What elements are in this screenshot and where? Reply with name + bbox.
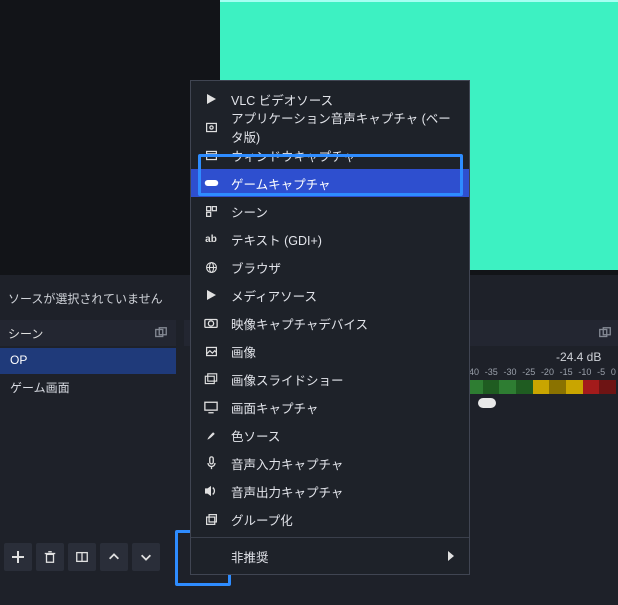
menu-separator (191, 537, 469, 538)
menu-item-media-source[interactable]: メディアソース (191, 281, 469, 309)
scene-item[interactable]: ゲーム画面 (0, 374, 176, 400)
move-scene-down-button[interactable] (132, 543, 160, 571)
image-icon (203, 343, 219, 359)
menu-item-audio-input[interactable]: 音声入力キャプチャ (191, 449, 469, 477)
meter-ticks: -40-35-30-25-20-15-10-50 (466, 367, 616, 377)
popout-icon[interactable] (154, 326, 168, 340)
gamepad-icon (203, 175, 219, 191)
menu-item-slideshow[interactable]: 画像スライドショー (191, 365, 469, 393)
no-source-label: ソースが選択されていません (8, 290, 163, 307)
speaker-icon (203, 483, 219, 499)
scene-item[interactable]: OP (0, 348, 176, 374)
window-icon (203, 147, 219, 163)
play-icon (203, 91, 219, 107)
volume-slider-knob[interactable] (478, 398, 496, 408)
menu-item-color-source[interactable]: 色ソース (191, 421, 469, 449)
menu-item-scene[interactable]: シーン (191, 197, 469, 225)
mic-icon (203, 455, 219, 471)
app-audio-icon (203, 119, 219, 135)
scene-filters-button[interactable] (68, 543, 96, 571)
menu-item-game-capture[interactable]: ゲームキャプチャ (191, 169, 469, 197)
menu-item-browser[interactable]: ブラウザ (191, 253, 469, 281)
scene-icon (203, 203, 219, 219)
menu-item-text[interactable]: ab テキスト (GDI+) (191, 225, 469, 253)
scenes-title: シーン (8, 325, 43, 342)
text-icon: ab (203, 231, 219, 247)
menu-item-video-capture[interactable]: 映像キャプチャデバイス (191, 309, 469, 337)
camera-icon (203, 315, 219, 331)
menu-item-app-audio[interactable]: アプリケーション音声キャプチャ (ベータ版) (191, 113, 469, 141)
popout-icon[interactable] (598, 326, 612, 340)
image-multi-icon (203, 371, 219, 387)
group-icon (203, 511, 219, 527)
menu-item-audio-output[interactable]: 音声出力キャプチャ (191, 477, 469, 505)
menu-item-image[interactable]: 画像 (191, 337, 469, 365)
menu-item-display-capture[interactable]: 画面キャプチャ (191, 393, 469, 421)
add-scene-button[interactable] (4, 543, 32, 571)
add-source-menu: VLC ビデオソース アプリケーション音声キャプチャ (ベータ版) ウィンドウキ… (190, 80, 470, 575)
menu-item-group[interactable]: グループ化 (191, 505, 469, 533)
monitor-icon (203, 399, 219, 415)
audio-meter (466, 380, 616, 394)
db-readout: -24.4 dB (556, 350, 601, 364)
menu-item-deprecated[interactable]: 非推奨 (191, 542, 469, 570)
delete-scene-button[interactable] (36, 543, 64, 571)
play-icon (203, 287, 219, 303)
brush-icon (203, 427, 219, 443)
chevron-right-icon (447, 551, 455, 561)
globe-icon (203, 259, 219, 275)
move-scene-up-button[interactable] (100, 543, 128, 571)
audio-panel-header (470, 320, 618, 346)
scenes-panel: シーン OP ゲーム画面 (0, 320, 176, 400)
